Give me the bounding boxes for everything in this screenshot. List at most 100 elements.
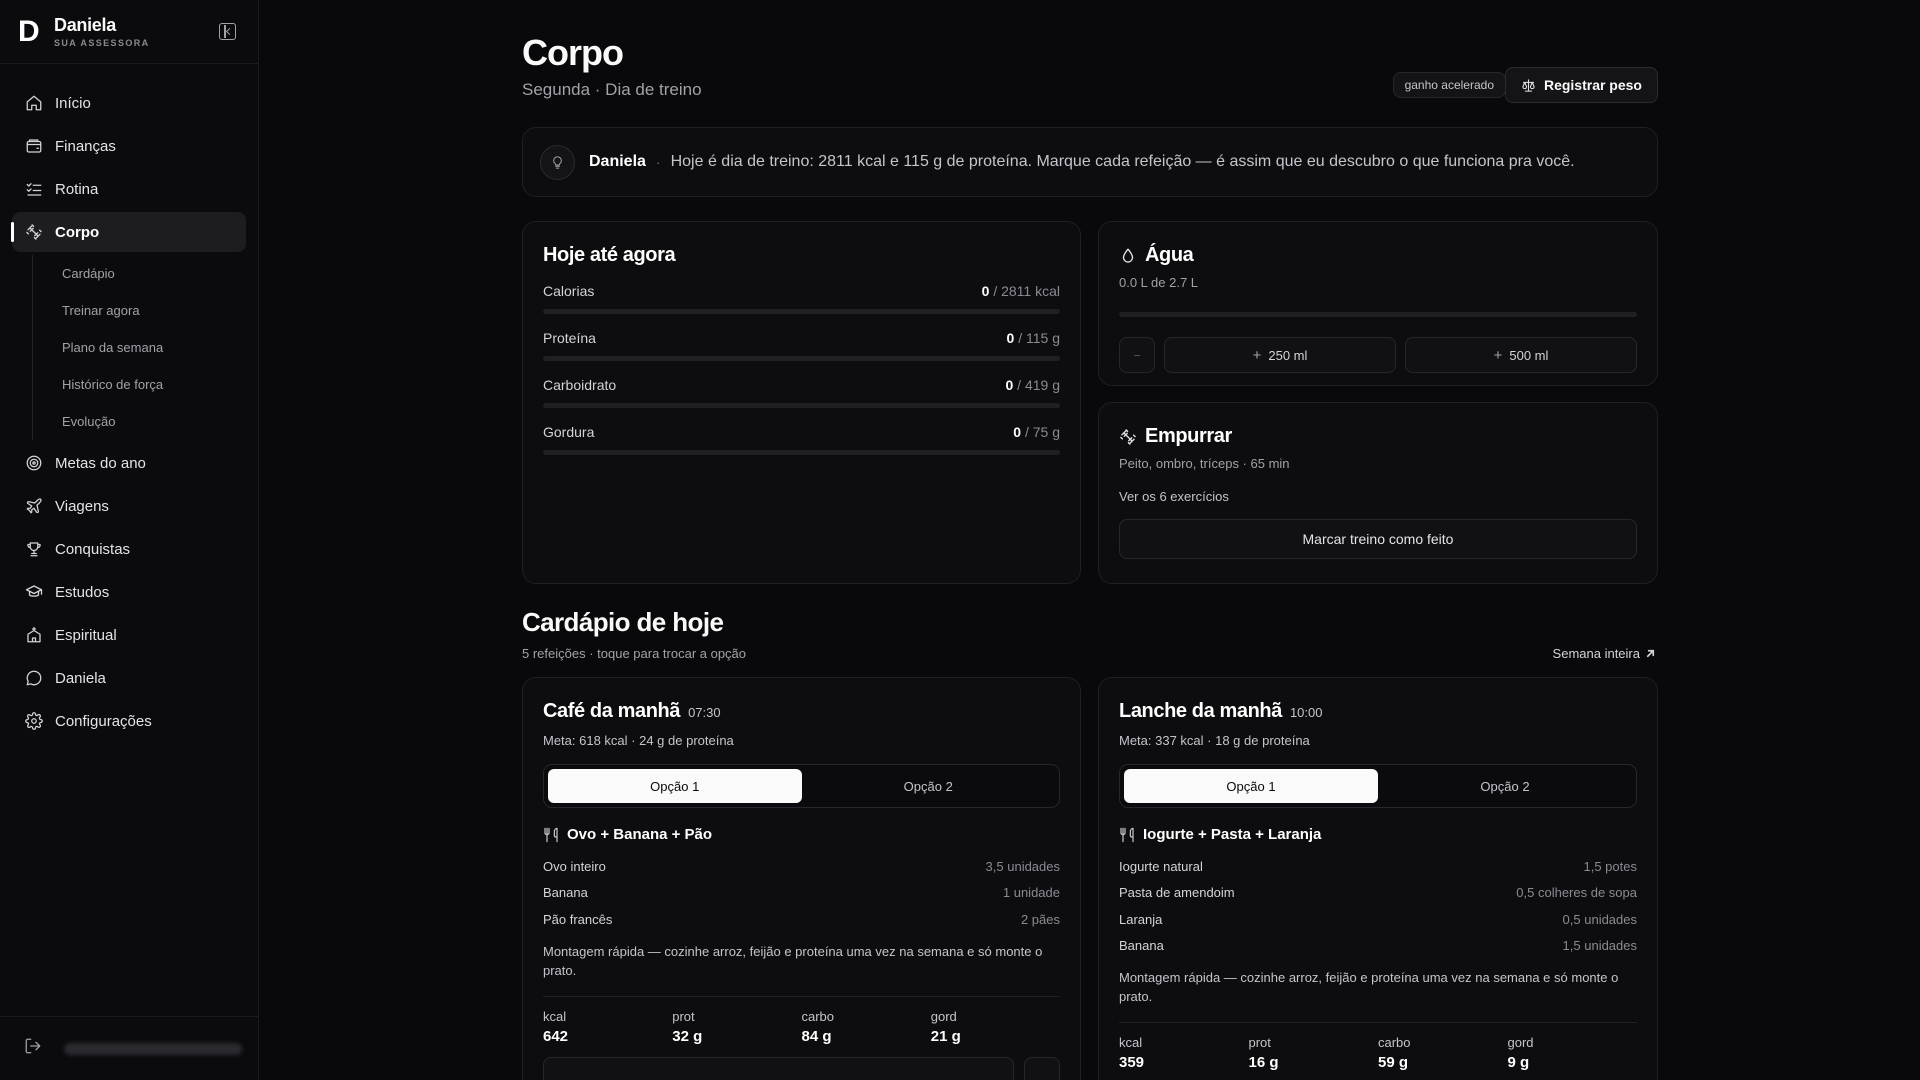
stat-value: 32 g: [672, 1027, 703, 1045]
tip-author: Daniela: [589, 153, 646, 170]
water-decrease-button[interactable]: −: [1119, 337, 1155, 373]
ingredient-list: Ovo inteiro 3,5 unidades Banana 1 unidade …: [543, 853, 1060, 933]
add-500ml-button[interactable]: +500 ml: [1405, 337, 1637, 373]
ingredient-name: Iogurte natural: [1119, 858, 1203, 874]
sidebar-item-viagens[interactable]: Viagens: [12, 486, 246, 526]
meal-option-switch: Opção 1 Opção 2: [1119, 764, 1637, 808]
option-1-tab[interactable]: Opção 1: [548, 769, 802, 803]
meal-card-breakfast: Café da manhã 07:30 Meta: 618 kcal · 24 …: [522, 677, 1081, 1080]
wallet-icon: [25, 137, 43, 155]
ingredient-row: Laranja 0,5 unidades: [1119, 906, 1637, 933]
macro-proteina: Proteína 0 / 115 g: [543, 330, 1060, 361]
sidebar-item-label: Corpo: [55, 223, 100, 241]
meal-option-switch: Opção 1 Opção 2: [543, 764, 1060, 808]
subnav-item-plano-da-semana[interactable]: Plano da semana: [33, 329, 246, 366]
sidebar-item-label: Metas do ano: [55, 454, 146, 472]
ingredient-qty: 0,5 unidades: [1562, 911, 1637, 927]
water-card: Água 0.0 L de 2.7 L − +250 ml +500 ml: [1098, 221, 1658, 386]
menu-section-title: Cardápio de hoje: [522, 607, 724, 637]
scale-icon: [1522, 78, 1535, 92]
meal-note: Montagem rápida — cozinhe arroz, feijão …: [543, 943, 1043, 978]
brand-subtitle: SUA ASSESSORA: [54, 38, 150, 48]
lightbulb-icon: [540, 144, 575, 180]
sidebar-item-conquistas[interactable]: Conquistas: [12, 529, 246, 569]
sidebar-footer: [0, 1016, 258, 1080]
user-email-redacted: [64, 1042, 242, 1055]
meal-note: Montagem rápida — cozinhe arroz, feijão …: [1119, 970, 1619, 1004]
view-exercises-link[interactable]: Ver os 6 exercícios: [1119, 489, 1637, 504]
macro-target: / 115 g: [1018, 330, 1060, 346]
tip-separator: ·: [655, 154, 661, 170]
sidebar-item-rotina[interactable]: Rotina: [12, 169, 246, 209]
add-500ml-label: 500 ml: [1509, 347, 1549, 363]
meal-more-button[interactable]: [1024, 1056, 1060, 1080]
today-title: Hoje até agora: [543, 244, 676, 266]
workout-card: Empurrar Peito, ombro, tríceps · 65 min …: [1098, 402, 1658, 584]
logout-icon[interactable]: [24, 1037, 42, 1060]
stat-kcal: kcal 642: [543, 1009, 672, 1045]
sidebar-item-financas[interactable]: Finanças: [12, 126, 246, 166]
add-250ml-button[interactable]: +250 ml: [1164, 337, 1396, 373]
macro-current: 0: [1006, 330, 1015, 346]
ingredient-row: Banana 1 unidade: [543, 880, 1060, 907]
ingredient-name: Pasta de amendoim: [1119, 885, 1235, 901]
sidebar-item-inicio[interactable]: Início: [12, 83, 246, 123]
sidebar-item-daniela[interactable]: Daniela: [12, 658, 246, 698]
option-2-tab[interactable]: Opção 2: [802, 769, 1056, 803]
ingredient-name: Laranja: [1119, 911, 1163, 927]
sidebar-item-label: Rotina: [55, 180, 99, 198]
stat-prot: prot 16 g: [1249, 1035, 1379, 1071]
register-weight-button[interactable]: Registrar peso: [1504, 67, 1658, 103]
ingredient-row: Pasta de amendoim 0,5 colheres de sopa: [1119, 880, 1637, 907]
mark-meal-button[interactable]: [543, 1056, 1014, 1080]
stat-value: 359: [1119, 1054, 1145, 1071]
sidebar-collapse-icon[interactable]: [219, 23, 236, 40]
ingredient-qty: 0,5 colheres de sopa: [1516, 885, 1637, 901]
brand-logo: D: [18, 14, 40, 48]
subnav-item-cardapio[interactable]: Cardápio: [33, 255, 246, 292]
arrow-up-right-icon: [1646, 649, 1655, 658]
macro-progress-bar: [543, 356, 1060, 361]
stat-value: 9 g: [1507, 1054, 1530, 1071]
main-nav: Início Finanças Rotina Corpo Cardápio Tr…: [11, 83, 246, 744]
stat-label: carbo: [1378, 1035, 1411, 1050]
subnav-item-treinar-agora[interactable]: Treinar agora: [33, 292, 246, 329]
plus-icon: +: [1493, 346, 1503, 364]
macro-label: Calorias: [543, 283, 595, 299]
ingredient-list: Iogurte natural 1,5 potes Pasta de amendo…: [1119, 853, 1637, 959]
macro-label: Carboidrato: [543, 377, 617, 393]
register-weight-label: Registrar peso: [1543, 77, 1642, 93]
option-1-tab[interactable]: Opção 1: [1124, 769, 1378, 803]
stat-label: kcal: [1119, 1035, 1143, 1050]
brand-name: Daniela: [54, 15, 116, 35]
water-title: Água: [1145, 244, 1194, 266]
trophy-icon: [25, 540, 43, 558]
today-summary-card: Hoje até agora Calorias 0 / 2811 kcal Pr…: [522, 221, 1081, 584]
sidebar-item-estudos[interactable]: Estudos: [12, 572, 246, 612]
sidebar-item-metas-do-ano[interactable]: Metas do ano: [12, 443, 246, 483]
stat-carbo: carbo 59 g: [1378, 1035, 1508, 1071]
macro-progress-bar: [543, 309, 1060, 314]
stat-value: 21 g: [930, 1027, 961, 1045]
ingredient-row: Banana 1,5 unidades: [1119, 933, 1637, 960]
plus-icon: +: [1252, 346, 1262, 364]
meal-goal: Meta: 337 kcal · 18 g de proteína: [1119, 733, 1310, 748]
week-menu-link[interactable]: Semana inteira: [1553, 646, 1656, 661]
ingredient-name: Pão francês: [543, 911, 613, 927]
ingredient-qty: 1,5 unidades: [1562, 938, 1637, 954]
water-progress-bar: [1119, 312, 1637, 317]
subnav-item-historico-de-forca[interactable]: Histórico de força: [33, 366, 246, 403]
mark-workout-done-button[interactable]: Marcar treino como feito: [1119, 519, 1637, 559]
ingredient-name: Banana: [543, 885, 588, 901]
sidebar-item-configuracoes[interactable]: Configurações: [12, 701, 246, 741]
meal-stats: kcal 642 prot 32 g carbo 84 g gord 21 g: [543, 995, 1060, 1045]
meal-time: 10:00: [1289, 705, 1323, 720]
option-2-tab[interactable]: Opção 2: [1378, 769, 1632, 803]
temple-icon: [25, 626, 43, 644]
sidebar-item-label: Conquistas: [55, 540, 131, 558]
water-subtitle: 0.0 L de 2.7 L: [1119, 275, 1199, 290]
sidebar-item-espiritual[interactable]: Espiritual: [12, 615, 246, 655]
subnav-item-evolucao[interactable]: Evolução: [33, 403, 246, 440]
dish-name: Iogurte + Pasta + Laranja: [1143, 826, 1322, 843]
sidebar-item-corpo[interactable]: Corpo: [11, 212, 246, 252]
